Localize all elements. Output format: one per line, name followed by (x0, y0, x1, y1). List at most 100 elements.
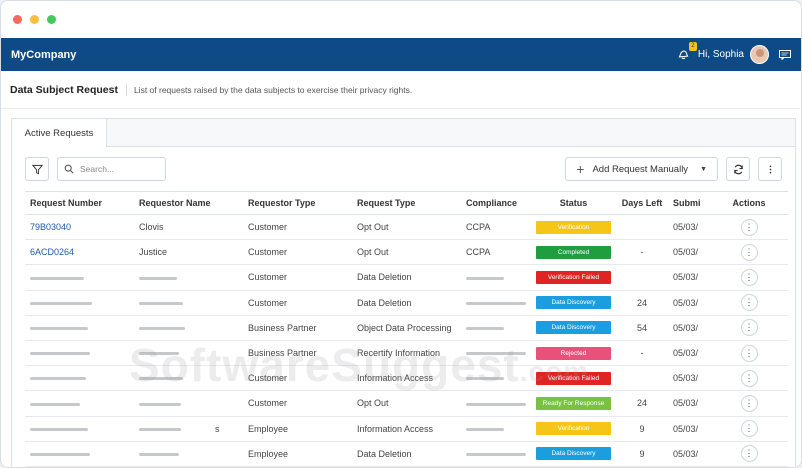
column-header[interactable]: Requestor Name (134, 191, 243, 215)
status-badge: Verification Failed (536, 270, 611, 284)
table-header-row: Request Number Requestor Name Requestor … (25, 191, 788, 215)
app-header: MyCompany 2 Hi, Sophia (1, 38, 801, 71)
notification-bell-icon[interactable]: 2 (676, 41, 697, 63)
compliance-cell (461, 390, 531, 417)
column-header[interactable]: Status (531, 191, 616, 215)
refresh-button[interactable] (726, 157, 750, 181)
column-header[interactable]: Submi (668, 191, 710, 215)
requestor-name-cell (134, 365, 243, 392)
status-cell: Data Discovery (531, 290, 616, 316)
redacted-compliance (466, 402, 526, 406)
request-number-cell (25, 441, 134, 467)
status-cell: Rejected (531, 340, 616, 367)
table-toolbar: + Add Request Manually ▼ (12, 147, 795, 191)
request-type-cell: Information Access (352, 416, 461, 442)
submitted-date-cell: 05/03/ (668, 290, 710, 316)
days-left-cell (616, 264, 668, 291)
redacted-compliance (466, 352, 526, 356)
requestor-name-cell (134, 264, 243, 291)
table-row[interactable]: 6ACD0264 Justice Customer Opt Out CCPA Comple… (25, 239, 788, 266)
submitted-date-cell: 05/03/ (668, 416, 710, 442)
days-left-cell: 9 (616, 441, 668, 467)
requestor-type-cell: Business Partner (243, 340, 352, 367)
table-row[interactable]: Business Partner Object Data Processing Da… (25, 315, 788, 341)
redacted-requestor-name (139, 427, 181, 431)
table-row[interactable]: 79B03040 Clovis Customer Opt Out CCPA Verific… (25, 214, 788, 241)
search-input[interactable] (80, 164, 150, 174)
maximize-window-button[interactable] (47, 15, 56, 24)
request-type-cell: Data Deletion (352, 290, 461, 316)
row-actions-button[interactable]: ⋮ (740, 344, 758, 362)
status-cell: Verification Failed (531, 365, 616, 392)
column-header[interactable]: Requestor Type (243, 191, 352, 215)
request-type-cell: Recertify Information (352, 340, 461, 367)
compliance-cell (461, 416, 531, 442)
status-badge: Completed (536, 245, 611, 259)
row-actions-button[interactable]: ⋮ (740, 294, 758, 312)
status-cell: Data Discovery (531, 315, 616, 341)
request-number-link[interactable]: 6ACD0264 (25, 239, 134, 266)
actions-cell: ⋮ (710, 340, 788, 367)
redacted-compliance (466, 301, 526, 305)
table-row[interactable]: Business Partner Recertify Information Rej… (25, 340, 788, 367)
add-request-label: Add Request Manually (592, 163, 689, 175)
status-cell: Ready For Response (531, 390, 616, 417)
column-header[interactable]: Days Left (616, 191, 668, 215)
column-header[interactable]: Actions (710, 191, 788, 215)
close-window-button[interactable] (13, 15, 22, 24)
user-avatar[interactable] (750, 45, 769, 64)
page-title: Data Subject Request (10, 83, 127, 96)
requestor-type-cell: Business Partner (243, 315, 352, 341)
redacted-request-number (30, 452, 90, 456)
row-actions-button[interactable]: ⋮ (740, 218, 758, 236)
table-body: 79B03040 Clovis Customer Opt Out CCPA Verific… (25, 214, 788, 467)
requestor-name-cell (134, 441, 243, 467)
more-options-button[interactable] (758, 157, 782, 181)
submitted-date-cell: 05/03/ (668, 340, 710, 367)
row-actions-button[interactable]: ⋮ (740, 319, 758, 337)
row-actions-button[interactable]: ⋮ (740, 369, 758, 387)
table-row[interactable]: Employee Data Deletion Data Discovery 9 05/0… (25, 441, 788, 467)
column-header[interactable]: Request Number (25, 191, 134, 215)
table-row[interactable]: Customer Data Deletion Data Discovery 24 05/… (25, 290, 788, 316)
notification-count-badge: 2 (688, 41, 697, 51)
add-request-manually-button[interactable]: + Add Request Manually ▼ (565, 157, 718, 181)
row-actions-button[interactable]: ⋮ (740, 445, 758, 463)
column-header[interactable]: Compliance (461, 191, 531, 215)
title-bar (1, 1, 801, 38)
requestor-type-cell: Customer (243, 390, 352, 417)
user-greeting: Hi, Sophia (697, 49, 744, 60)
table-row[interactable]: Customer Information Access Verification F… (25, 365, 788, 392)
submitted-date-cell: 05/03/ (668, 390, 710, 417)
days-left-cell: 24 (616, 390, 668, 417)
column-header[interactable]: Request Type (352, 191, 461, 215)
request-number-link[interactable]: 79B03040 (25, 214, 134, 241)
row-actions-button[interactable]: ⋮ (740, 243, 758, 261)
requestor-type-cell: Customer (243, 239, 352, 266)
row-actions-button[interactable]: ⋮ (740, 268, 758, 286)
minimize-window-button[interactable] (30, 15, 39, 24)
request-type-cell: Data Deletion (352, 441, 461, 467)
requestor-name-cell (134, 315, 243, 341)
tab-active-requests[interactable]: Active Requests (12, 119, 107, 147)
requestor-name-text: s (215, 423, 220, 434)
actions-cell: ⋮ (710, 416, 788, 442)
filter-button[interactable] (25, 157, 49, 181)
row-actions-button[interactable]: ⋮ (740, 420, 758, 438)
table-row[interactable]: Customer Data Deletion Verification Failed… (25, 264, 788, 291)
compliance-cell (461, 315, 531, 341)
redacted-request-number (30, 301, 92, 305)
request-number-cell (25, 340, 134, 367)
status-cell: Data Discovery (531, 441, 616, 467)
requests-panel: Active Requests + Add Request Manually ▼ (11, 118, 796, 467)
redacted-request-number (30, 352, 90, 356)
search-box[interactable] (57, 157, 166, 181)
row-actions-button[interactable]: ⋮ (740, 394, 758, 412)
message-icon[interactable] (779, 49, 791, 60)
search-icon (64, 164, 74, 174)
table-row[interactable]: Customer Opt Out Ready For Response 24 05/03… (25, 390, 788, 417)
compliance-cell: CCPA (461, 239, 531, 266)
table-row[interactable]: s Employee Information Access Verification 9… (25, 416, 788, 442)
status-cell: Completed (531, 239, 616, 266)
refresh-icon (733, 164, 743, 174)
